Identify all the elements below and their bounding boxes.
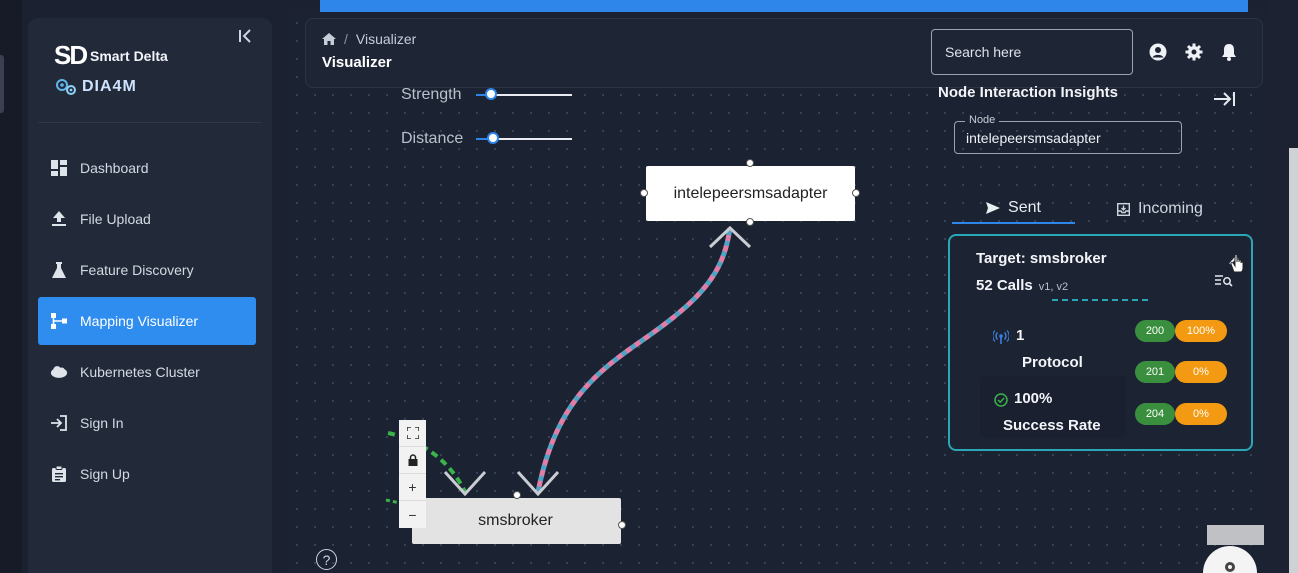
zoom-out-button[interactable]: − — [399, 501, 426, 528]
search-input[interactable] — [931, 29, 1133, 75]
graph-node-target[interactable]: smsbroker — [412, 498, 621, 544]
status-code-badge: 204 — [1135, 403, 1175, 425]
status-code-badge: 201 — [1135, 361, 1175, 383]
scrollbar-thumb[interactable] — [1289, 148, 1298, 573]
node-label: intelepeersmsadapter — [673, 184, 828, 202]
gear-icon — [1225, 562, 1235, 572]
tab-incoming[interactable]: Incoming — [1100, 194, 1220, 224]
node-handle[interactable] — [618, 521, 626, 529]
mouse-pointer-icon — [1230, 253, 1244, 273]
edge-external-2 — [385, 498, 401, 505]
gray-overlay-block — [1207, 525, 1264, 545]
lock-icon — [408, 454, 417, 466]
edge-intelepeersmsadapter-smsbroker-overlay — [535, 227, 733, 493]
bell-icon — [1222, 44, 1236, 61]
success-rate-value: 100% — [1014, 390, 1053, 407]
tab-sent-label: Sent — [1008, 199, 1041, 216]
strength-slider-thumb[interactable] — [485, 88, 497, 100]
insights-title: Node Interaction Insights — [938, 84, 1119, 101]
protocol-label: Protocol — [1022, 354, 1083, 371]
account-button[interactable] — [1149, 43, 1169, 63]
breadcrumb-current[interactable]: Visualizer — [356, 31, 416, 47]
calls-count: 52 Calls — [976, 277, 1033, 294]
arrow-right-bar-icon — [1214, 92, 1235, 106]
send-icon — [986, 202, 1001, 214]
card-dashed-divider — [1052, 299, 1148, 301]
node-handle[interactable] — [746, 218, 754, 226]
strength-label: Strength — [401, 86, 462, 103]
node-field-label: Node — [965, 114, 1000, 126]
fullscreen-icon — [406, 427, 419, 439]
card-target: Target: smsbroker — [976, 250, 1107, 267]
page-header: / Visualizer Visualizer — [305, 18, 1263, 88]
zoom-in-button[interactable]: + — [399, 474, 426, 501]
node-handle[interactable] — [513, 491, 521, 499]
account-circle-icon — [1149, 43, 1167, 61]
status-percent-badge: 0% — [1175, 361, 1227, 383]
breadcrumb-separator: / — [344, 31, 348, 47]
target-card: Target: smsbroker 52 Calls v1, v2 1 Proto… — [948, 234, 1253, 451]
protocol-count: 1 — [1016, 327, 1025, 344]
status-percent-badge: 100% — [1175, 320, 1227, 342]
card-calls: 52 Calls v1, v2 — [976, 277, 1068, 294]
fit-view-button[interactable] — [399, 420, 426, 447]
edge-intelepeersmsadapter-smsbroker — [535, 227, 733, 493]
antenna-icon — [993, 330, 1009, 344]
plus-icon: + — [408, 479, 417, 495]
calls-versions: v1, v2 — [1038, 281, 1069, 293]
close-panel-button[interactable] — [1214, 90, 1236, 111]
graph-node-source[interactable]: intelepeersmsadapter — [646, 166, 855, 221]
success-rate-label: Success Rate — [1003, 417, 1101, 434]
distance-label: Distance — [401, 130, 464, 147]
lock-button[interactable] — [399, 447, 426, 474]
card-details-button[interactable] — [1215, 274, 1233, 293]
node-field-value: intelepeersmsadapter — [966, 130, 1101, 146]
status-code-badge: 200 — [1135, 320, 1175, 342]
node-label: smsbroker — [478, 512, 553, 529]
question-icon: ? — [322, 551, 331, 568]
gear-icon — [1185, 43, 1203, 61]
settings-button[interactable] — [1185, 43, 1205, 63]
home-icon[interactable] — [322, 33, 336, 45]
node-handle[interactable] — [746, 159, 754, 167]
breadcrumb: / Visualizer — [322, 31, 416, 47]
notifications-button[interactable] — [1221, 43, 1241, 63]
node-handle[interactable] — [852, 189, 860, 197]
distance-slider-thumb[interactable] — [487, 132, 499, 144]
flow-controls: + − — [399, 420, 426, 528]
tab-incoming-label: Incoming — [1138, 200, 1203, 217]
inbox-icon — [1117, 202, 1131, 216]
node-field[interactable]: Node intelepeersmsadapter — [954, 114, 1182, 154]
help-button[interactable]: ? — [316, 549, 337, 570]
status-percent-badge: 0% — [1175, 403, 1227, 425]
node-handle[interactable] — [640, 189, 648, 197]
page-title: Visualizer — [322, 54, 392, 71]
minus-icon: − — [408, 506, 417, 523]
list-search-icon — [1215, 275, 1233, 287]
check-circle-icon — [994, 393, 1008, 407]
tab-sent[interactable]: Sent — [952, 194, 1075, 224]
